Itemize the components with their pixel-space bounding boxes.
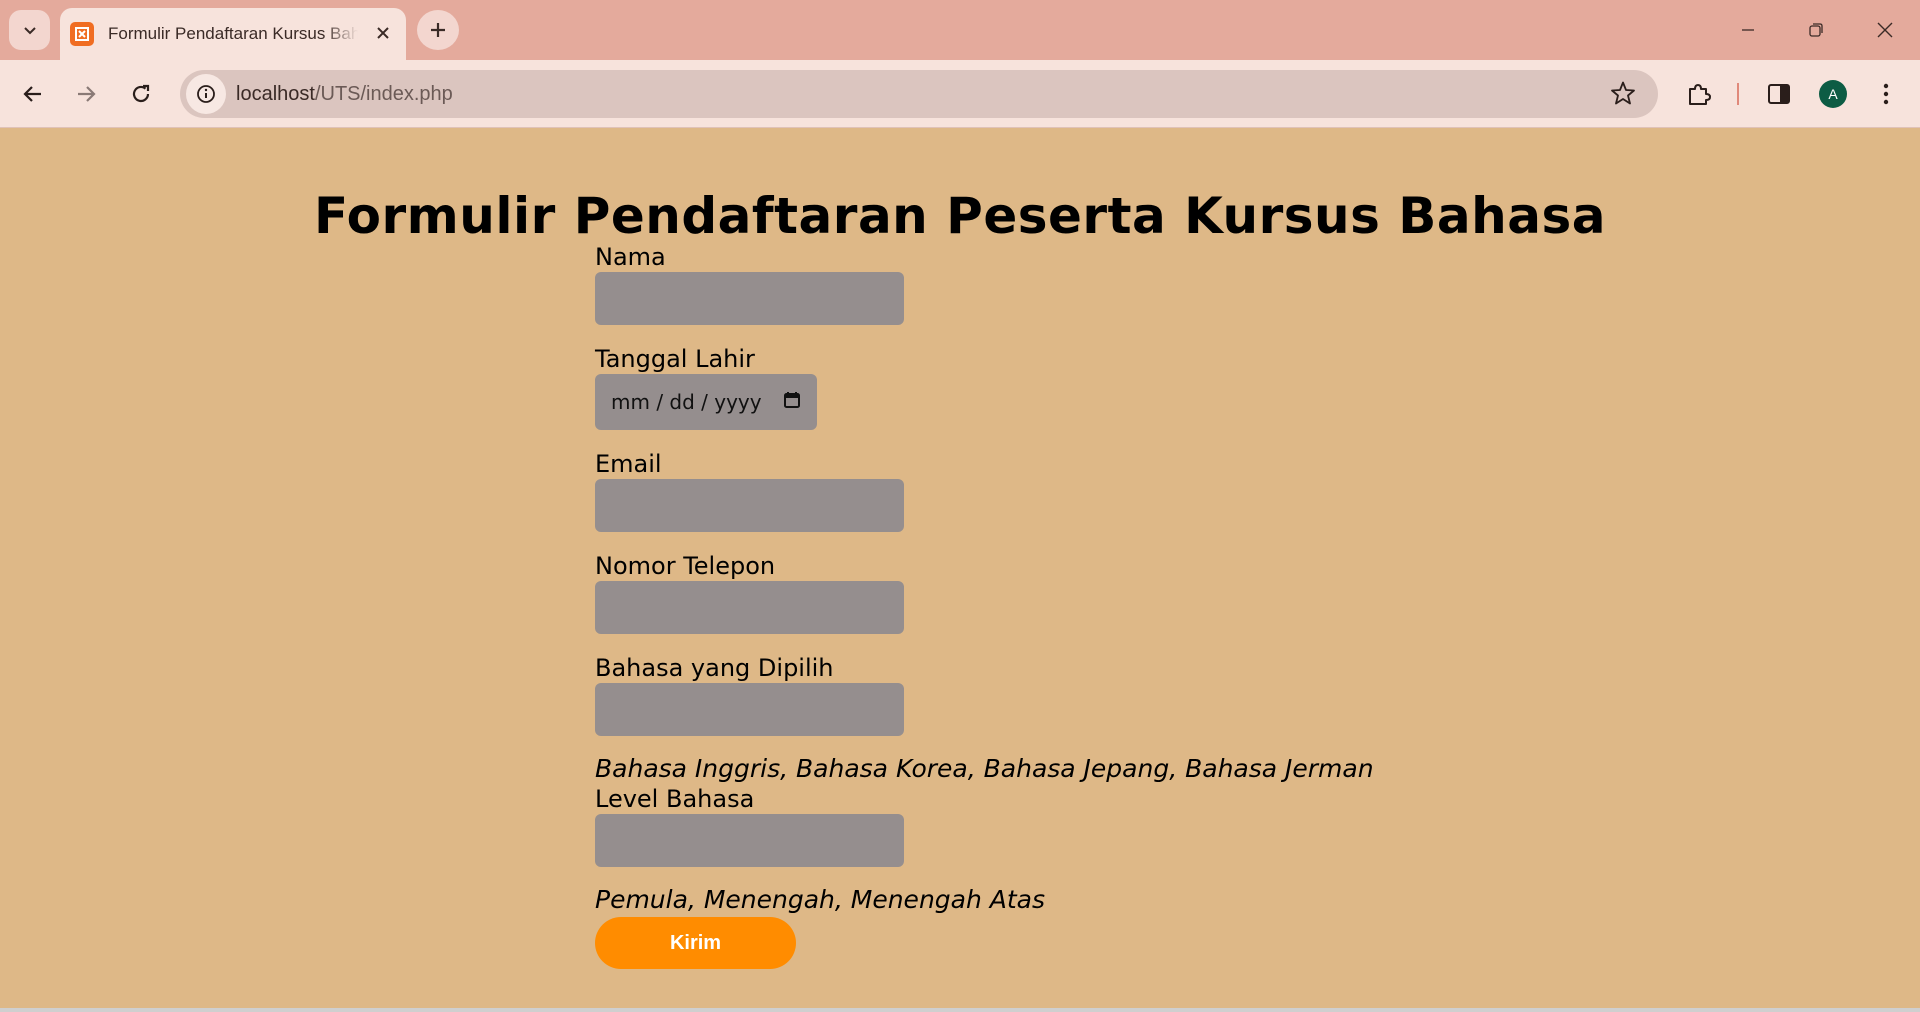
app-favicon-icon [70, 22, 94, 46]
tab-strip: Formulir Pendaftaran Kursus Bahasa [0, 0, 1920, 60]
site-info-button[interactable] [186, 74, 226, 114]
back-icon [23, 86, 41, 102]
new-tab-button[interactable] [417, 10, 459, 50]
avatar: A [1819, 80, 1847, 108]
tanggal-lahir-label: Tanggal Lahir [595, 345, 755, 373]
page-title: Formulir Pendaftaran Peserta Kursus Baha… [314, 187, 1606, 245]
address-bar[interactable]: localhost/UTS/index.php [180, 70, 1658, 118]
menu-icon [1883, 83, 1889, 105]
new-tab-icon [431, 23, 445, 37]
calendar-icon [784, 392, 800, 408]
site-info-icon [197, 85, 215, 103]
nomor-telepon-input[interactable] [595, 581, 904, 634]
tab-title: Formulir Pendaftaran Kursus Bahasa [108, 24, 358, 43]
restore-icon [1809, 23, 1823, 37]
page-content: Formulir Pendaftaran Peserta Kursus Baha… [0, 129, 1920, 1008]
nama-label: Nama [595, 243, 666, 271]
close-tab-button[interactable] [372, 24, 394, 45]
reload-icon [132, 84, 150, 103]
registration-form: Nama Tanggal Lahir mm / dd / yyyy Email … [595, 242, 1395, 969]
kirim-button[interactable]: Kirim [595, 917, 796, 969]
date-placeholder: mm / dd / yyyy [611, 390, 762, 414]
extensions-button[interactable] [1679, 74, 1719, 114]
level-bahasa-label: Level Bahasa [595, 785, 755, 813]
browser-toolbar: localhost/UTS/index.php A [0, 60, 1920, 128]
nama-input[interactable] [595, 272, 904, 325]
toolbar-separator [1737, 83, 1739, 105]
bahasa-input[interactable] [595, 683, 904, 736]
reload-button[interactable] [121, 74, 161, 114]
bookmark-button[interactable] [1610, 80, 1636, 111]
forward-button[interactable] [66, 74, 106, 114]
browser-menu-button[interactable] [1866, 74, 1906, 114]
close-window-button[interactable] [1862, 10, 1908, 50]
bookmark-star-icon [1611, 81, 1635, 105]
close-window-icon [1877, 22, 1893, 38]
forward-icon [78, 86, 96, 102]
tanggal-lahir-input[interactable]: mm / dd / yyyy [595, 374, 817, 430]
minimize-icon [1742, 29, 1754, 31]
level-hint: Pemula, Menengah, Menengah Atas [595, 885, 1046, 914]
url-host: localhost [236, 82, 315, 105]
active-tab[interactable]: Formulir Pendaftaran Kursus Bahasa [60, 8, 406, 60]
level-bahasa-input[interactable] [595, 814, 904, 867]
minimize-button[interactable] [1725, 10, 1771, 50]
url-text: localhost/UTS/index.php [236, 83, 453, 106]
calendar-button[interactable] [783, 390, 801, 414]
profile-button[interactable]: A [1813, 74, 1853, 114]
extensions-icon [1689, 84, 1711, 105]
side-panel-button[interactable] [1759, 74, 1799, 114]
tab-search-icon [23, 27, 36, 35]
email-label: Email [595, 450, 662, 478]
url-path: /UTS/index.php [314, 82, 453, 105]
back-button[interactable] [13, 74, 53, 114]
close-tab-icon [377, 26, 389, 39]
window-bottom-border [0, 1008, 1920, 1012]
email-input[interactable] [595, 479, 904, 532]
side-panel-icon [1768, 84, 1790, 104]
restore-button[interactable] [1793, 10, 1839, 50]
nomor-telepon-label: Nomor Telepon [595, 552, 776, 580]
tab-search-button[interactable] [9, 10, 50, 50]
bahasa-label: Bahasa yang Dipilih [595, 654, 834, 682]
bahasa-hint: Bahasa Inggris, Bahasa Korea, Bahasa Jep… [595, 754, 1374, 783]
